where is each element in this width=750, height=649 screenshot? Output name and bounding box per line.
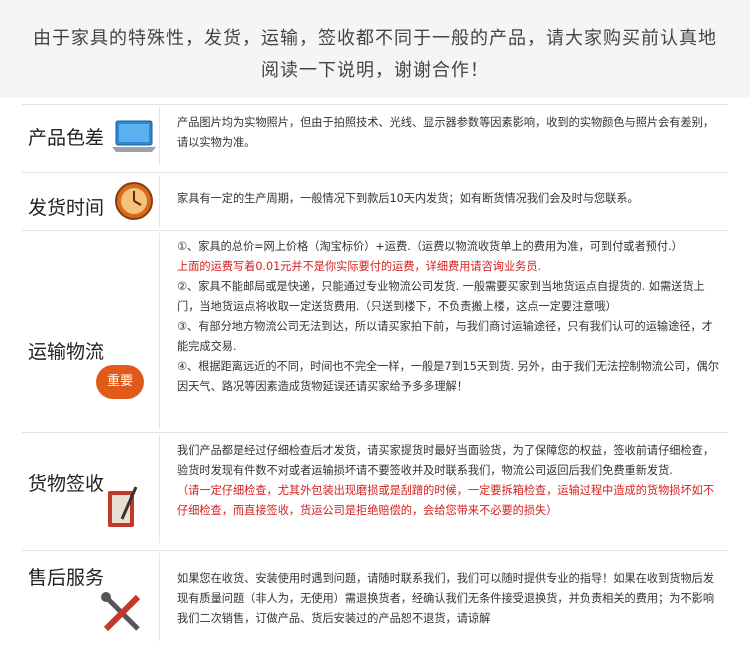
after-text: 如果您在收货、安装使用时遇到问题，请随时联系我们，我们可以随时提供专业的指导！如… bbox=[177, 572, 715, 625]
transport-point-1: ①、家具的总价=网上价格（淘宝标价）+运费.（运费以物流收货单上的费用为准，可到… bbox=[177, 240, 683, 253]
section-content: 产品图片均为实物照片，但由于拍照技术、光线、显示器参数等因素影响，收到的实物颜色… bbox=[177, 113, 720, 153]
section-title: 发货时间 bbox=[28, 197, 105, 219]
section-after: 售后服务 如果您在收货、安装使用时遇到问题，请随时联系我们，我们可以随时提供专业… bbox=[22, 550, 728, 643]
section-title: 产品色差 bbox=[28, 127, 105, 149]
section-title: 运输物流 bbox=[28, 341, 105, 363]
section-content: ①、家具的总价=网上价格（淘宝标价）+运费.（运费以物流收货单上的费用为准，可到… bbox=[177, 237, 720, 397]
laptop-icon bbox=[112, 120, 156, 152]
section-content: 家具有一定的生产周期，一般情况下到款后10天内发货；如有断货情况我们会及时与您联… bbox=[177, 189, 720, 209]
section-transport: 运输物流 重要 ①、家具的总价=网上价格（淘宝标价）+运费.（运费以物流收货单上… bbox=[22, 230, 728, 431]
transport-point-3: ③、有部分地方物流公司无法到达，所以请买家拍下前，与我们商讨运输途径，只有我们认… bbox=[177, 320, 713, 353]
tools-icon bbox=[101, 592, 141, 632]
transport-point-2: ②、家具不能邮局或是快递，只能通过专业物流公司发货. 一般需要买家到当地货运点自… bbox=[177, 280, 705, 313]
shipping-text: 家具有一定的生产周期，一般情况下到款后10天内发货；如有断货情况我们会及时与您联… bbox=[177, 192, 639, 205]
section-color: 产品色差 产品图片均为实物照片，但由于拍照技术、光线、显示器参数等因素影响，收到… bbox=[22, 104, 728, 167]
section-shipping: 发货时间 家具有一定的生产周期，一般情况下到款后10天内发货；如有断货情况我们会… bbox=[22, 172, 728, 229]
transport-point-4: ④、根据距离远近的不同，时间也不完全一样，一般是7到15天到货. 另外，由于我们… bbox=[177, 360, 719, 393]
section-title: 售后服务 bbox=[28, 567, 105, 589]
section-content: 如果您在收货、安装使用时遇到问题，请随时联系我们，我们可以随时提供专业的指导！如… bbox=[177, 569, 720, 629]
divider bbox=[159, 107, 160, 165]
transport-red-note: 上面的运费写着0.01元并不是你实际要付的运费，详细费用请咨询业务员. bbox=[177, 260, 542, 273]
notice-line-2: 阅读一下说明，谢谢合作！ bbox=[261, 60, 489, 81]
section-content: 我们产品都是经过仔细检查后才发货，请买家提货时最好当面验货，为了保障您的权益，签… bbox=[177, 441, 720, 521]
clock-icon bbox=[115, 182, 153, 220]
receipt-text: 我们产品都是经过仔细检查后才发货，请买家提货时最好当面验货，为了保障您的权益，签… bbox=[177, 444, 715, 477]
divider bbox=[159, 435, 160, 543]
divider bbox=[159, 233, 160, 429]
pen-icon bbox=[108, 486, 138, 527]
divider bbox=[159, 175, 160, 227]
divider bbox=[159, 553, 160, 641]
section-title: 货物签收 bbox=[28, 473, 105, 495]
section-receipt: 货物签收 我们产品都是经过仔细检查后才发货，请买家提货时最好当面验货，为了保障您… bbox=[22, 432, 728, 545]
important-badge: 重要 bbox=[96, 365, 144, 399]
color-text: 产品图片均为实物照片，但由于拍照技术、光线、显示器参数等因素影响，收到的实物颜色… bbox=[177, 116, 715, 149]
receipt-red-note: （请一定仔细检查，尤其外包装出现磨损或是刮蹭的时候，一定要拆箱检查，运输过程中造… bbox=[177, 484, 715, 517]
notice-header: 由于家具的特殊性，发货，运输，签收都不同于一般的产品，请大家购买前认真地 阅读一… bbox=[0, 0, 750, 98]
notice-line-1: 由于家具的特殊性，发货，运输，签收都不同于一般的产品，请大家购买前认真地 bbox=[33, 28, 717, 49]
